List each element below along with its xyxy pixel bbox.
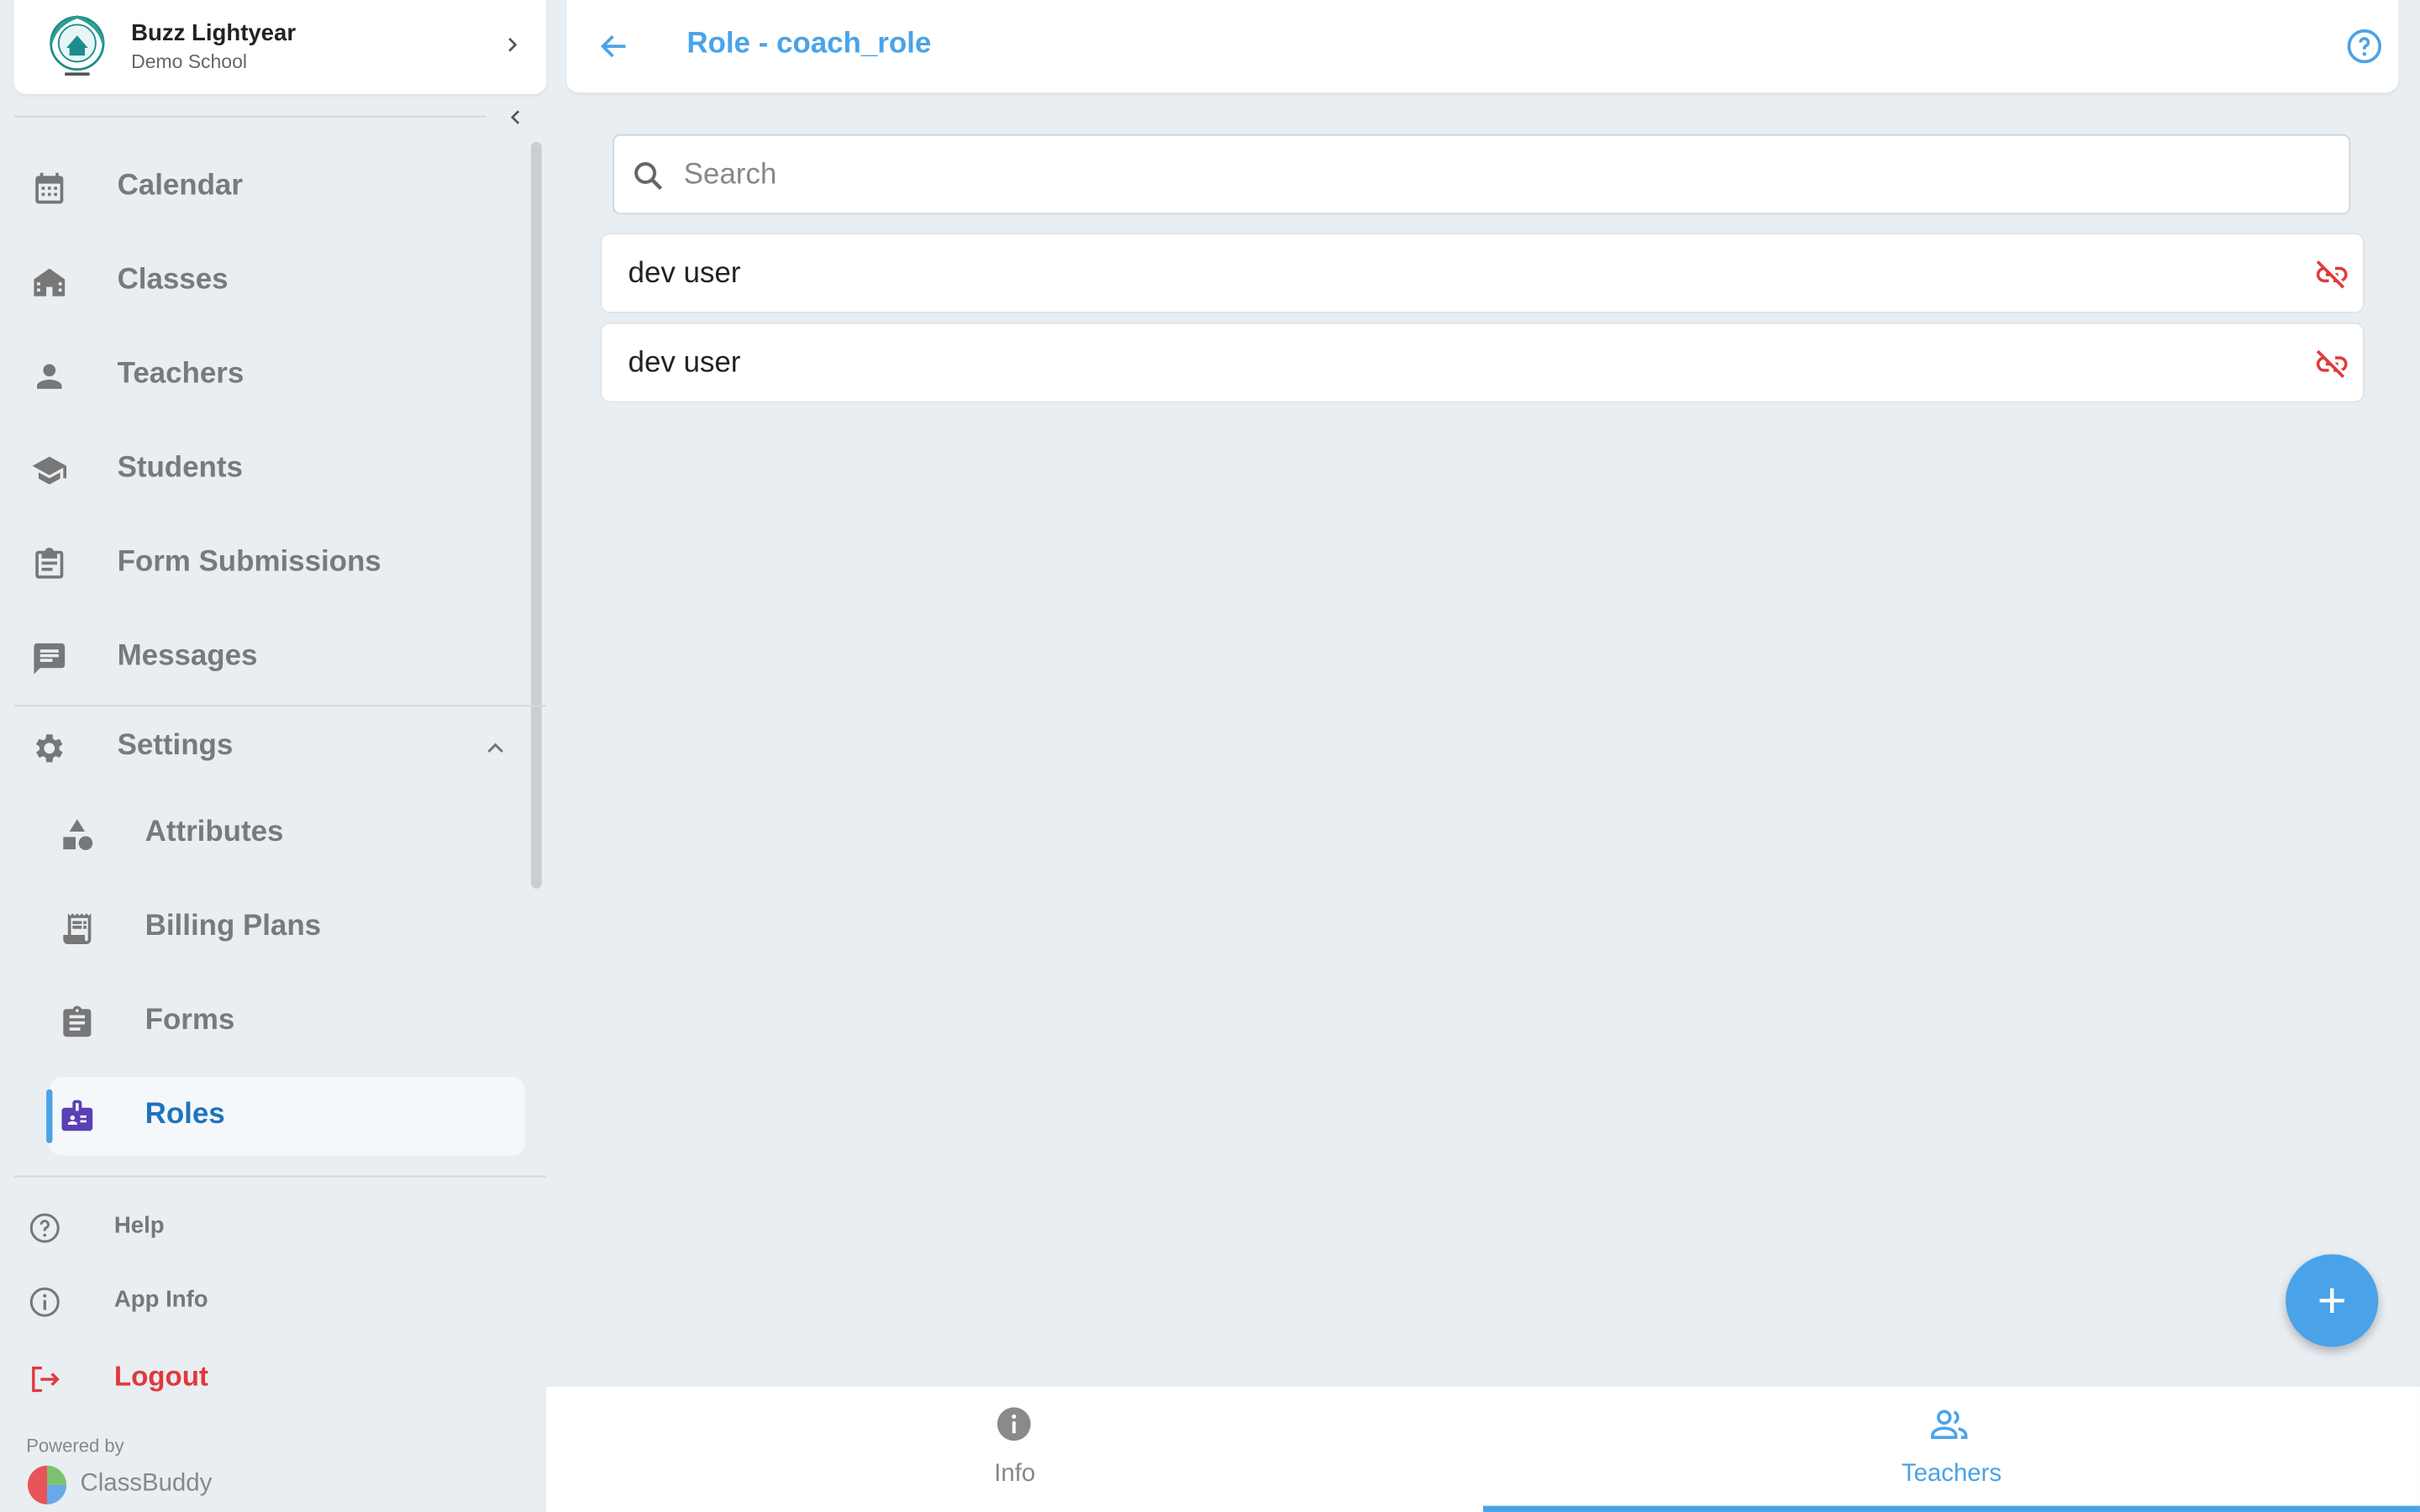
sidebar-item-classes[interactable]: Classes — [0, 244, 524, 321]
help-icon[interactable] — [2346, 28, 2383, 65]
sidebar-scrollbar[interactable] — [530, 141, 542, 889]
sidebar-item-teachers[interactable]: Teachers — [0, 338, 524, 415]
sidebar-item-label: Students — [117, 452, 243, 485]
tab-teachers[interactable]: Teachers — [546, 1387, 2420, 1512]
school-cap-icon — [32, 456, 66, 485]
message-icon — [34, 643, 66, 675]
sidebar-item-help[interactable]: Help — [0, 1197, 524, 1258]
sidebar-item-label: Settings — [117, 729, 234, 763]
sidebar: Buzz Lightyear Demo School Calendar Clas… — [0, 0, 547, 1512]
search-input[interactable] — [680, 150, 2323, 201]
sidebar-item-label: Billing Plans — [145, 910, 322, 943]
divider — [13, 115, 487, 118]
unlink-icon[interactable] — [2313, 256, 2350, 293]
divider — [13, 705, 547, 707]
search-bar — [613, 134, 2351, 215]
sidebar-item-label: Form Submissions — [117, 546, 381, 579]
sidebar-item-attributes[interactable]: Attributes — [0, 796, 524, 874]
clipboard-icon — [63, 1005, 92, 1037]
profile-card[interactable]: Buzz Lightyear Demo School — [13, 0, 547, 95]
add-member-button[interactable] — [2286, 1254, 2379, 1347]
powered-by-label: Powered by — [26, 1435, 124, 1457]
profile-name: Buzz Lightyear — [131, 19, 297, 47]
logout-icon — [32, 1366, 60, 1393]
sidebar-item-messages[interactable]: Messages — [0, 620, 524, 697]
sidebar-item-roles[interactable]: Roles — [46, 1077, 525, 1156]
person-icon — [37, 364, 62, 389]
tab-label: Teachers — [1901, 1461, 2002, 1488]
receipt-icon — [63, 913, 92, 945]
page-header: Role - coach_role — [566, 0, 2399, 93]
active-indicator — [46, 1089, 53, 1143]
sidebar-item-forms[interactable]: Forms — [0, 984, 524, 1062]
sidebar-item-students[interactable]: Students — [0, 432, 524, 509]
list-item[interactable]: dev user — [600, 233, 2365, 313]
plus-icon — [2319, 1288, 2344, 1314]
page-title: Role - coach_role — [687, 28, 932, 60]
sidebar-item-label: Messages — [117, 640, 258, 673]
search-icon — [634, 162, 663, 191]
info-icon — [29, 1287, 60, 1317]
badge-icon — [61, 1100, 93, 1131]
back-arrow-icon[interactable] — [597, 29, 631, 63]
member-name: dev user — [628, 347, 741, 380]
building-icon — [34, 268, 66, 297]
active-tab-indicator — [1483, 1505, 2420, 1512]
bottom-tab-bar: Info Teachers — [546, 1387, 2420, 1512]
sidebar-item-label: Logout — [113, 1360, 208, 1392]
sidebar-item-billing-plans[interactable]: Billing Plans — [0, 890, 524, 968]
list-item[interactable]: dev user — [600, 322, 2365, 403]
sidebar-item-calendar[interactable]: Calendar — [0, 150, 524, 227]
chevron-up-icon[interactable] — [481, 734, 509, 762]
sidebar-item-label: Classes — [117, 264, 229, 297]
help-icon — [29, 1213, 60, 1243]
logout-button[interactable]: Logout — [0, 1348, 524, 1410]
sidebar-item-label: Attributes — [145, 816, 284, 849]
divider — [13, 1175, 547, 1178]
people-icon — [1931, 1410, 1968, 1439]
member-name: dev user — [628, 257, 741, 291]
sidebar-item-app-info[interactable]: App Info — [0, 1271, 524, 1332]
sidebar-item-label: Teachers — [117, 358, 245, 391]
unlink-icon[interactable] — [2313, 345, 2350, 382]
sidebar-item-label: Help — [113, 1212, 165, 1239]
brand-name: ClassBuddy — [80, 1470, 213, 1497]
collapse-sidebar-icon[interactable] — [503, 105, 528, 129]
classbuddy-logo — [27, 1465, 67, 1504]
profile-school: Demo School — [131, 50, 247, 73]
calendar-icon — [35, 172, 64, 204]
sidebar-item-settings[interactable]: Settings — [0, 710, 524, 787]
sidebar-item-form-submissions[interactable]: Form Submissions — [0, 526, 524, 603]
gear-icon — [35, 734, 63, 763]
school-logo — [49, 15, 105, 76]
shapes-icon — [63, 819, 93, 851]
sidebar-item-label: Forms — [145, 1004, 235, 1037]
sidebar-item-label: Roles — [145, 1098, 225, 1131]
chevron-right-icon[interactable] — [500, 33, 524, 57]
sidebar-item-label: App Info — [113, 1286, 208, 1314]
clipboard-list-icon — [35, 548, 64, 579]
sidebar-item-label: Calendar — [117, 170, 243, 202]
